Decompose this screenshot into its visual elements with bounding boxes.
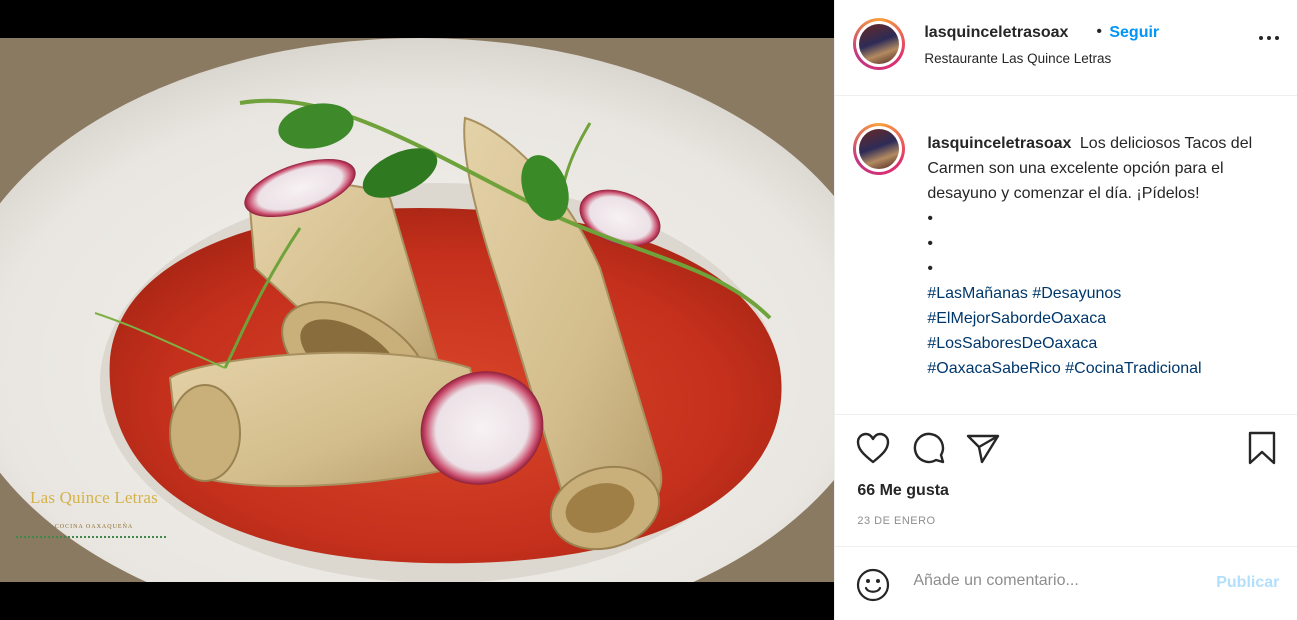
post-photo[interactable]: Las Quince Letras COCINA OAXAQUEÑA (0, 38, 835, 582)
post-date[interactable]: 23 DE ENERO (857, 515, 935, 527)
share-icon[interactable] (965, 431, 1001, 465)
publish-button[interactable]: Publicar (1216, 574, 1279, 592)
hashtag-link[interactable]: #LasMañanas (927, 285, 1028, 302)
restaurant-watermark: Las Quince Letras COCINA OAXAQUEÑA (14, 488, 174, 538)
caption-username[interactable]: lasquinceletrasoax (927, 135, 1071, 152)
action-bar: 66 Me gusta 23 DE ENERO (835, 414, 1297, 547)
comment-icon[interactable] (911, 431, 947, 465)
follow-button[interactable]: Seguir (1109, 24, 1159, 42)
post-header: lasquinceletrasoax • Seguir Restaurante … (835, 0, 1297, 96)
comment-input[interactable] (911, 571, 1196, 591)
comment-bar: Publicar (835, 548, 1297, 620)
caption-dot: • (927, 235, 933, 252)
watermark-divider (16, 536, 166, 538)
watermark-name: Las Quince Letras (29, 488, 158, 507)
header-username[interactable]: lasquinceletrasoax (924, 24, 1068, 42)
caption-section: lasquinceletrasoax Los deliciosos Tacos … (835, 96, 1297, 415)
hashtag-link[interactable]: #OaxacaSabeRico (927, 360, 1060, 377)
post-media: Las Quince Letras COCINA OAXAQUEÑA (0, 0, 835, 620)
hashtag-list: #LasMañanas #Desayunos #ElMejorSabordeOa… (927, 281, 1262, 381)
likes-count[interactable]: 66 Me gusta (857, 482, 949, 500)
caption-dot: • (927, 260, 933, 277)
emoji-icon[interactable] (855, 567, 891, 603)
location-link[interactable]: Restaurante Las Quince Letras (924, 51, 1111, 66)
post-sidebar: lasquinceletrasoax • Seguir Restaurante … (834, 0, 1297, 620)
more-options-icon[interactable] (1257, 28, 1281, 48)
bookmark-icon[interactable] (1245, 430, 1279, 466)
hashtag-link[interactable]: #ElMejorSabordeOaxaca (927, 310, 1106, 327)
watermark-subtitle: COCINA OAXAQUEÑA (54, 524, 134, 530)
instagram-post: Las Quince Letras COCINA OAXAQUEÑA lasqu… (0, 0, 1297, 620)
hashtag-link[interactable]: #CocinaTradicional (1065, 360, 1201, 377)
hashtag-link[interactable]: #Desayunos (1032, 285, 1121, 302)
hashtag-link[interactable]: #LosSaboresDeOaxaca (927, 335, 1097, 352)
profile-avatar-icon[interactable] (853, 18, 906, 70)
caption-dot: • (927, 210, 933, 227)
header-separator: • (1096, 23, 1102, 40)
heart-icon[interactable] (855, 431, 891, 465)
caption-avatar-icon[interactable] (853, 123, 906, 175)
caption-text: lasquinceletrasoax Los deliciosos Tacos … (927, 131, 1262, 381)
